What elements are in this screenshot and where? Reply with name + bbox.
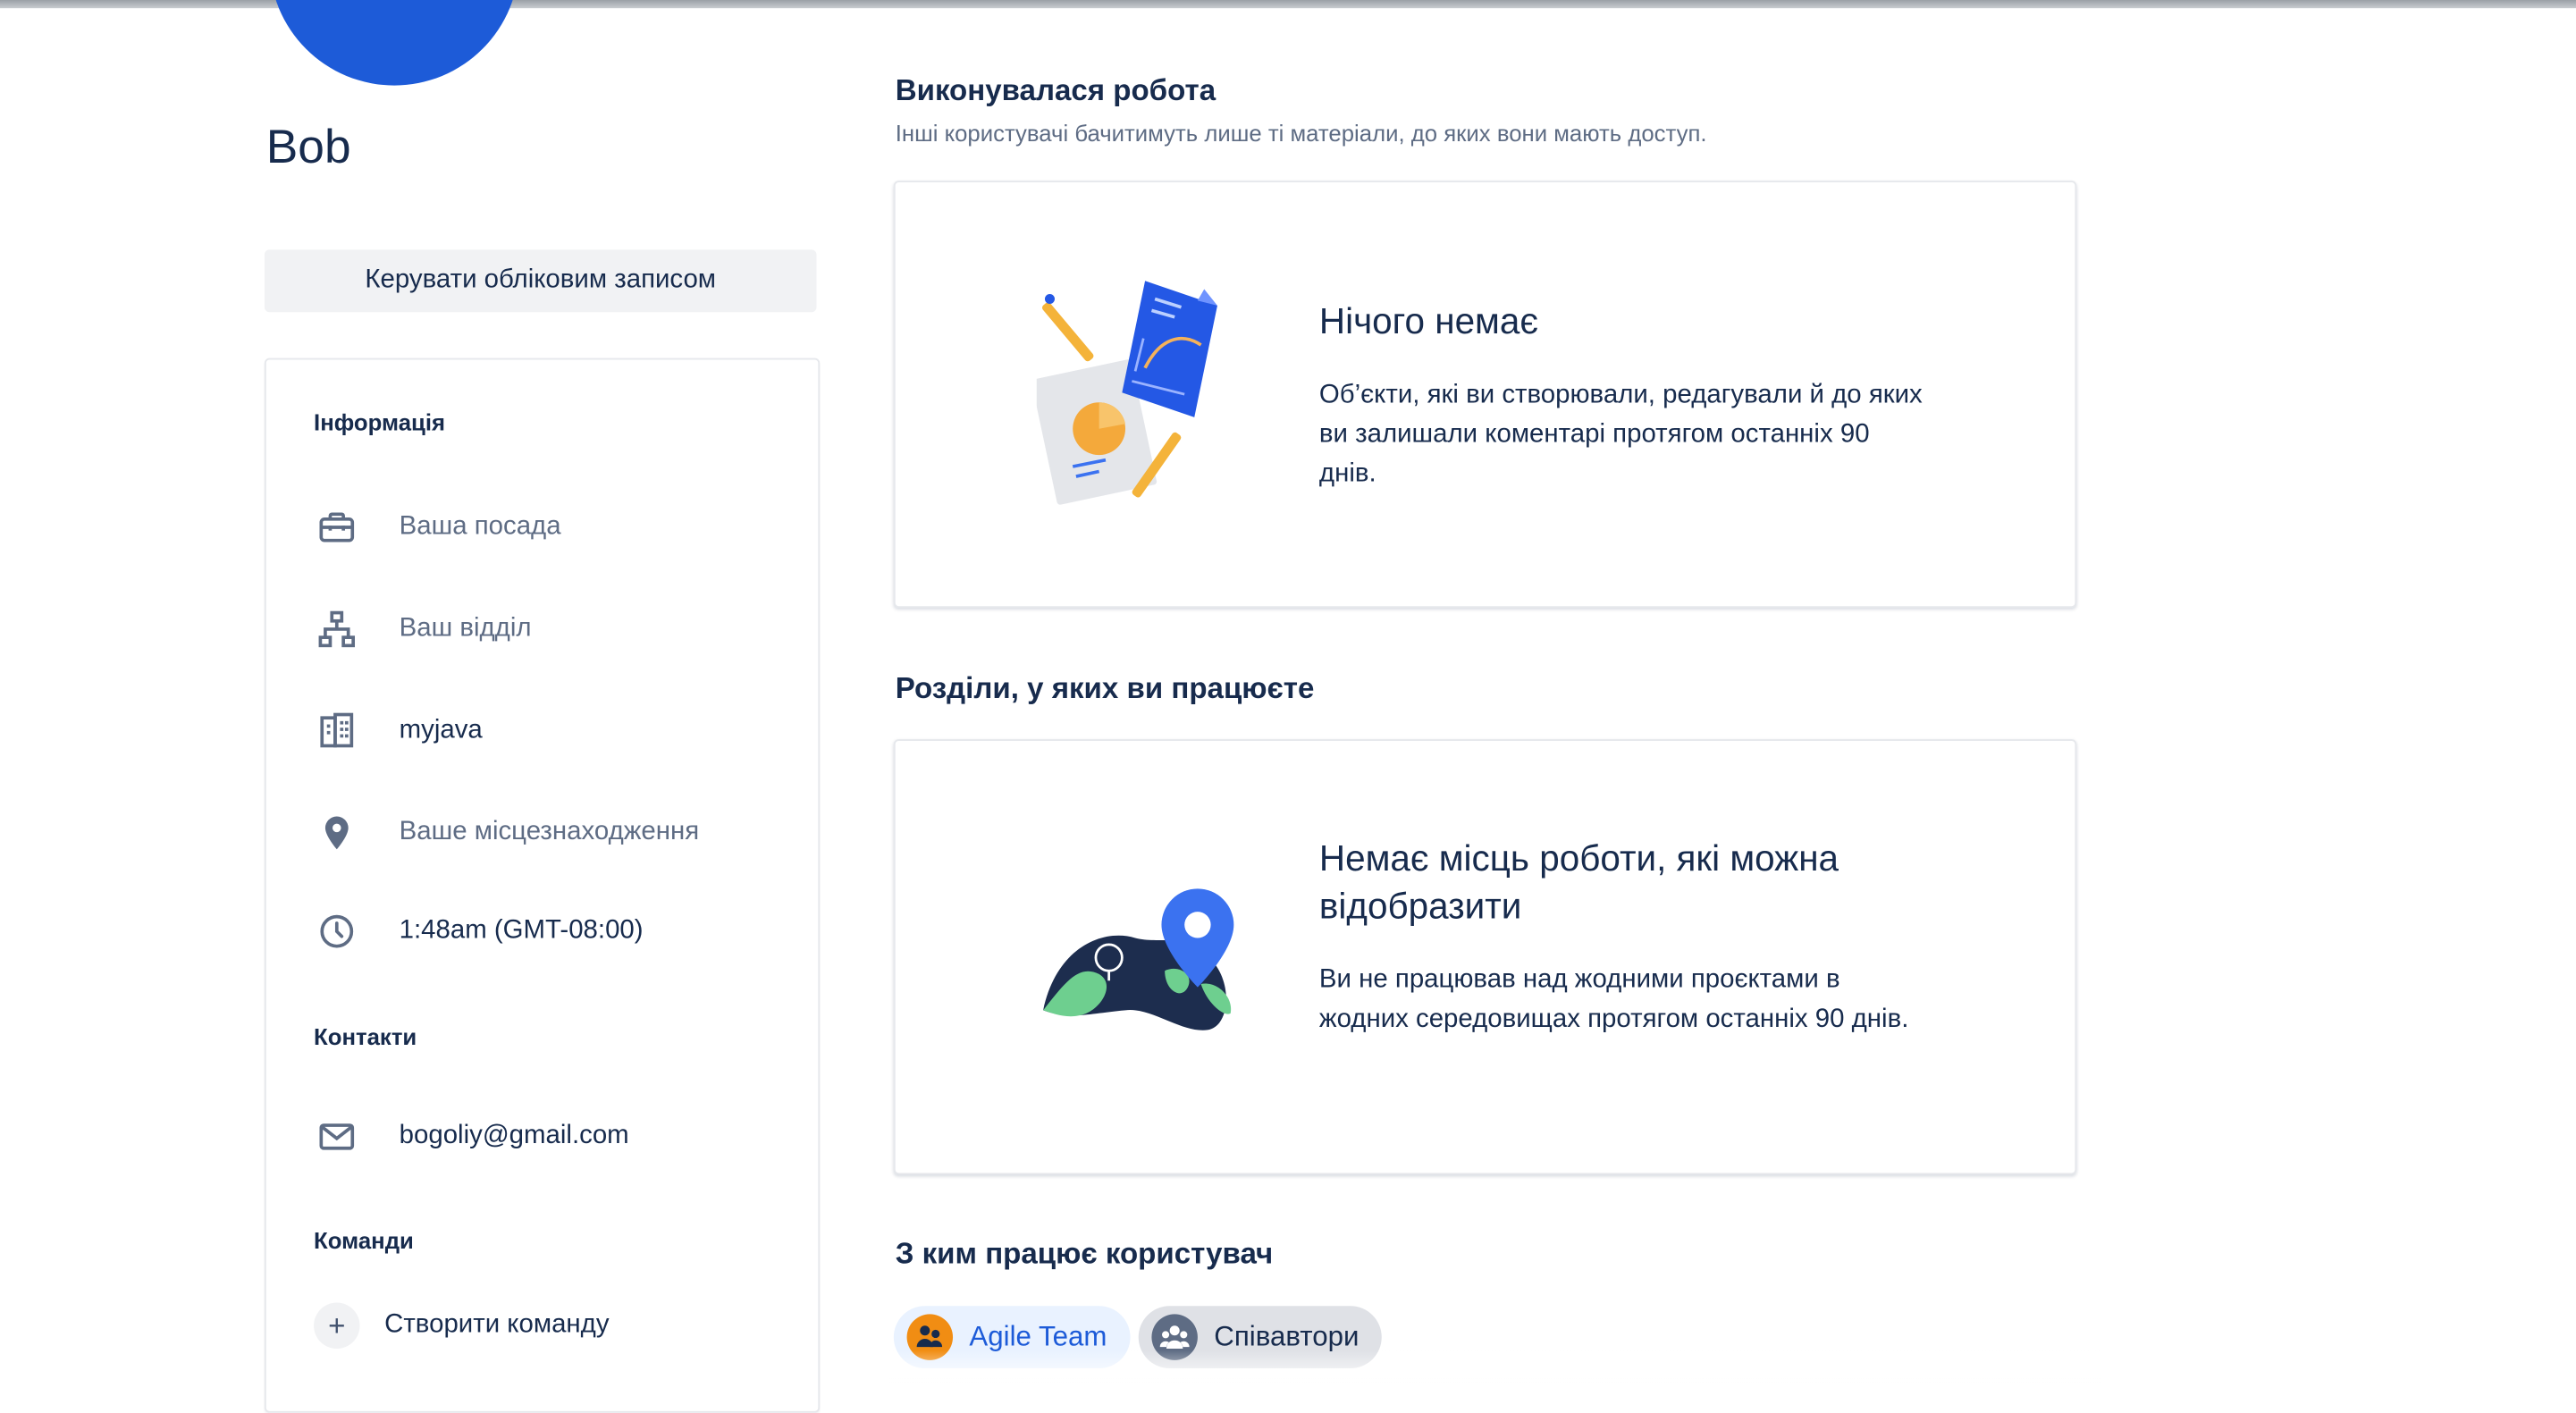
chip-label: Співавтори — [1214, 1320, 1360, 1352]
work-empty-desc: Об’єкти, які ви створювали, редагували й… — [1318, 381, 1923, 488]
chip-label: Agile Team — [969, 1320, 1107, 1352]
bottom-fade — [887, 1350, 2103, 1384]
places-heading: Розділи, у яких ви працюєте — [895, 671, 1315, 705]
create-team-button[interactable]: + Створити команду — [314, 1302, 610, 1349]
manage-account-button[interactable]: Керувати обліковим записом — [264, 249, 817, 313]
email-row[interactable]: bogoliy@gmail.com — [314, 1114, 629, 1159]
organization-row[interactable]: myjava — [314, 708, 483, 753]
avatar[interactable] — [269, 0, 519, 86]
create-team-label: Створити команду — [384, 1310, 610, 1339]
job-title-field[interactable]: Ваша посада — [400, 512, 561, 542]
department-row[interactable]: Ваш відділ — [314, 606, 532, 652]
plus-icon: + — [314, 1302, 360, 1349]
map-illustration — [1037, 882, 1242, 1055]
profile-page: Bob Керувати обліковим записом Інформаці… — [0, 0, 2576, 1413]
teams-heading: Команди — [314, 1226, 414, 1254]
profile-info-card: Інформація Ваша посада Ваш відділ myjava… — [264, 357, 821, 1413]
work-subtitle: Інші користувачі бачитимуть лише ті мате… — [895, 120, 1707, 147]
mail-icon — [314, 1114, 359, 1159]
profile-name: Bob — [265, 122, 351, 174]
location-pin-icon — [314, 810, 359, 855]
places-empty-desc: Ви не працював над жодними проєктами в ж… — [1318, 965, 1909, 1034]
email-link[interactable]: bogoliy@gmail.com — [400, 1122, 629, 1151]
building-icon — [314, 708, 359, 753]
clock-icon — [314, 908, 359, 954]
location-row[interactable]: Ваше місцезнаходження — [314, 810, 699, 855]
briefcase-icon — [314, 504, 359, 550]
places-empty-title: Немає місць роботи, які можна відобразит… — [1318, 837, 1839, 927]
places-empty-card: Немає місць роботи, які можна відобразит… — [893, 739, 2077, 1175]
local-time-row: 1:48am (GMT-08:00) — [314, 908, 644, 954]
work-empty-title: Нічого немає — [1318, 300, 1538, 342]
local-time: 1:48am (GMT-08:00) — [399, 916, 644, 945]
collaborators-heading: З ким працює користувач — [895, 1237, 1274, 1270]
work-heading: Виконувалася робота — [895, 73, 1216, 107]
department-field[interactable]: Ваш відділ — [400, 614, 532, 643]
location-field[interactable]: Ваше місцезнаходження — [400, 818, 700, 847]
organization-field[interactable]: myjava — [400, 716, 483, 745]
org-chart-icon — [314, 606, 359, 652]
job-title-row[interactable]: Ваша посада — [314, 504, 561, 550]
contacts-heading: Контакти — [314, 1023, 417, 1050]
documents-illustration — [1031, 273, 1242, 519]
work-empty-card: Нічого немає Об’єкти, які ви створювали,… — [893, 181, 2077, 609]
info-heading: Інформація — [314, 408, 446, 436]
